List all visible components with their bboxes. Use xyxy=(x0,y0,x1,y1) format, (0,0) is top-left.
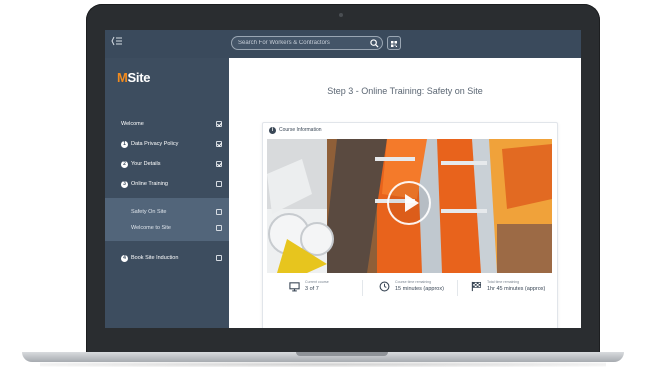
search-icon[interactable] xyxy=(370,39,379,48)
sidebar-item-label: Data Privacy Policy xyxy=(131,141,179,147)
submenu-item-label: Welcome to Site xyxy=(131,225,171,231)
step-number-badge: 3 xyxy=(121,181,128,188)
online-training-submenu: Safety On Site Welcome to Site xyxy=(105,198,229,241)
sidebar-item-your-details[interactable]: 2 Your Details xyxy=(105,156,229,174)
course-card: i Course Information Current course 3 of… xyxy=(262,122,558,328)
sidebar-item-label: Book Site Induction xyxy=(131,255,179,261)
monitor-icon xyxy=(289,282,300,292)
sidebar-item-book-site-induction[interactable]: 4 Book Site Induction xyxy=(105,250,229,268)
sidebar-item-online-training[interactable]: 3 Online Training xyxy=(105,176,229,194)
checkbox-checked-icon xyxy=(216,121,222,127)
checkbox-empty-icon xyxy=(216,255,222,261)
sidebar-item-welcome[interactable]: Welcome xyxy=(105,116,229,134)
laptop-screen: MSite Welcome 1 Data Privacy Policy 2 Yo… xyxy=(105,30,581,328)
stat-value: 15 minutes (approx) xyxy=(395,286,444,292)
training-video[interactable] xyxy=(267,139,552,273)
course-stats: Current course 3 of 7 Course time remain… xyxy=(267,277,552,299)
submenu-item-label: Safety On Site xyxy=(131,209,167,215)
flag-icon xyxy=(471,281,481,292)
step-number-badge: 2 xyxy=(121,161,128,168)
stat-caption: Total time remaining xyxy=(487,280,520,284)
laptop-shadow xyxy=(40,362,606,367)
sidebar: MSite Welcome 1 Data Privacy Policy 2 Yo… xyxy=(105,58,229,328)
app-top-bar xyxy=(105,30,581,58)
step-number-badge: 1 xyxy=(121,141,128,148)
info-icon: i xyxy=(269,127,276,134)
checkbox-empty-icon xyxy=(216,225,222,231)
stat-value: 1hr 45 minutes (approx) xyxy=(487,286,546,292)
step-number-badge: 4 xyxy=(121,255,128,262)
submenu-item-safety-on-site[interactable]: Safety On Site xyxy=(105,204,229,220)
submenu-item-welcome-to-site[interactable]: Welcome to Site xyxy=(105,220,229,236)
sidebar-item-data-privacy-policy[interactable]: 1 Data Privacy Policy xyxy=(105,136,229,154)
search-input[interactable] xyxy=(238,37,364,49)
search-box xyxy=(231,36,383,50)
checkbox-empty-icon xyxy=(216,209,222,215)
stat-caption: Current course xyxy=(305,280,329,284)
checkbox-checked-icon xyxy=(216,161,222,167)
stat-caption: Course time remaining xyxy=(395,280,432,284)
stat-value: 3 of 7 xyxy=(305,286,319,292)
sidebar-item-label: Online Training xyxy=(131,181,168,187)
sidebar-item-label: Welcome xyxy=(121,121,144,127)
checkbox-checked-icon xyxy=(216,141,222,147)
page-title: Step 3 - Online Training: Safety on Site xyxy=(327,86,483,96)
main-content: Step 3 - Online Training: Safety on Site… xyxy=(229,58,581,328)
stat-divider xyxy=(362,280,363,296)
sidebar-item-label: Your Details xyxy=(131,161,161,167)
stat-divider xyxy=(457,280,458,296)
qr-code-icon xyxy=(391,41,397,47)
qr-scan-button[interactable] xyxy=(387,36,401,50)
checkbox-empty-icon xyxy=(216,181,222,187)
clock-icon xyxy=(379,281,390,292)
card-header-label: Course Information xyxy=(279,127,322,133)
play-button[interactable] xyxy=(387,181,431,225)
laptop-base-notch xyxy=(296,352,388,356)
msite-logo: MSite xyxy=(117,70,151,85)
collapse-menu-icon[interactable] xyxy=(111,36,125,50)
camera-icon xyxy=(339,13,343,17)
